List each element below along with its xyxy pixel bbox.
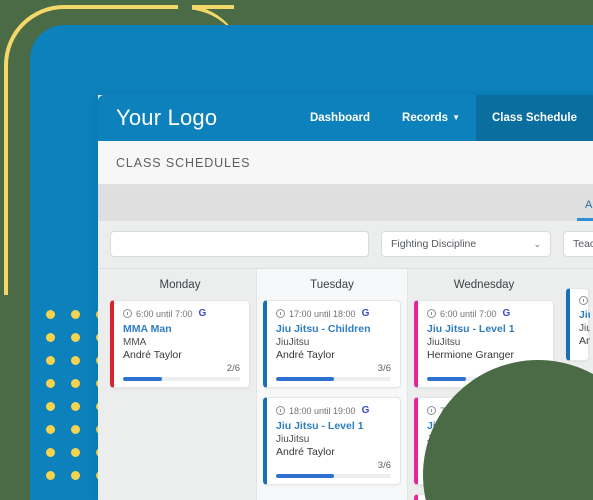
decorative-arc-gap [178, 5, 192, 10]
nav-items: Dashboard Records ▼ Class Schedule [294, 95, 593, 141]
discipline-select-label: Fighting Discipline [391, 238, 477, 250]
decorative-dot [46, 471, 55, 480]
navbar: Your Logo Dashboard Records ▼ Class Schedul… [98, 95, 593, 141]
card-teacher: André Taylor [276, 446, 335, 458]
group-badge: G [361, 308, 370, 319]
class-card[interactable]: 6:00 until 7:00 G MMA Man MMA André Taylor 2/… [110, 300, 250, 388]
decorative-dot [46, 402, 55, 411]
class-card[interactable]: 18:00 until 19:00 G Jiu Jitsu - Level 1 Jiu… [263, 397, 401, 485]
card-teacher: André Taylor [123, 349, 182, 361]
card-discipline: JiuJitsu [276, 337, 310, 348]
card-time-label: 17:00 until 18:00 [289, 308, 356, 319]
decorative-dot [46, 310, 55, 319]
class-card[interactable]: 17:00 until 18:00 G Jiu Jitsu - Children Ji… [263, 300, 401, 388]
decorative-dot [46, 448, 55, 457]
page-titlebar: CLASS SCHEDULES [98, 141, 593, 185]
card-time-row: 18:00 until 19:00 G [276, 405, 391, 416]
brand-logo[interactable]: Your Logo [98, 105, 235, 131]
card-time-label: 6:00 until 7:00 [136, 308, 193, 319]
clock-icon [276, 309, 285, 318]
clock-icon [427, 406, 436, 415]
decorative-dot [71, 448, 80, 457]
group-badge: G [198, 308, 207, 319]
decorative-dot [71, 379, 80, 388]
day-column-monday: Monday 6:00 until 7:00 G MMA Man MMA André Ta… [104, 269, 256, 500]
decorative-dot [71, 425, 80, 434]
group-badge: G [502, 308, 511, 319]
tab-strip: A [98, 185, 593, 221]
tab-all[interactable]: A [577, 199, 593, 221]
card-teacher: André Taylor [276, 349, 335, 361]
decorative-dot [71, 356, 80, 365]
clock-icon [427, 309, 436, 318]
day-column-tuesday: Tuesday 17:00 until 18:00 G Jiu Jitsu - Chi… [256, 269, 408, 500]
clock-icon [579, 296, 588, 305]
day-header: Monday [159, 279, 201, 291]
decorative-dot [46, 379, 55, 388]
capacity-progress-bar [276, 377, 391, 381]
card-time-row: 6:00 until 7:00 G [123, 308, 240, 319]
capacity-progress-fill [276, 377, 334, 381]
discipline-select[interactable]: Fighting Discipline ⌄ [381, 231, 551, 257]
page-title: CLASS SCHEDULES [116, 156, 251, 170]
card-discipline: MMA [123, 337, 147, 348]
card-title[interactable]: Jiu Jitsu - Children [276, 323, 391, 335]
decorative-dot [71, 333, 80, 342]
day-header [566, 269, 584, 288]
chevron-down-icon: ▼ [452, 113, 460, 122]
nav-item-label: Class Schedule [491, 112, 577, 124]
capacity-progress-fill [427, 377, 466, 381]
capacity-progress-bar [276, 474, 391, 478]
nav-item-records[interactable]: Records ▼ [386, 95, 476, 141]
class-card[interactable]: JiuJiuAn [566, 288, 590, 361]
decorative-dot [46, 425, 55, 434]
chevron-down-icon: ⌄ [533, 238, 541, 249]
card-capacity-count: 3/6 [377, 460, 391, 471]
card-title[interactable]: Jiu Jitsu - Level 1 [427, 323, 544, 335]
decorative-dot [71, 310, 80, 319]
decorative-dot [71, 402, 80, 411]
clock-icon [276, 406, 285, 415]
card-discipline: JiuJitsu [276, 434, 310, 445]
card-teacher: Hermione Granger [427, 349, 514, 361]
nav-item-class-schedule[interactable]: Class Schedule [475, 95, 593, 141]
capacity-progress-bar [123, 377, 240, 381]
filter-row: Fighting Discipline ⌄ Teacher [98, 221, 593, 269]
card-time-row: 17:00 until 18:00 G [276, 308, 391, 319]
card-capacity-count: 2/6 [226, 363, 240, 374]
card-capacity-count: 3/6 [377, 363, 391, 374]
day-header: Wednesday [453, 279, 515, 291]
nav-item-label: Dashboard [309, 112, 371, 124]
teacher-select[interactable]: Teacher [563, 231, 593, 257]
card-discipline: JiuJitsu [427, 337, 461, 348]
capacity-progress-fill [123, 377, 162, 381]
card-time-label: 18:00 until 19:00 [289, 405, 356, 416]
capacity-progress-fill [276, 474, 334, 478]
card-title[interactable]: Jiu Jitsu - Level 1 [276, 420, 391, 432]
decorative-dot [71, 471, 80, 480]
group-badge: G [361, 405, 370, 416]
nav-item-label: Records [402, 112, 449, 124]
card-title[interactable]: MMA Man [123, 323, 240, 335]
search-input[interactable] [110, 231, 369, 257]
clock-icon [123, 309, 132, 318]
decorative-dot [46, 333, 55, 342]
card-time-label: 6:00 until 7:00 [440, 308, 497, 319]
day-header: Tuesday [310, 279, 354, 291]
decorative-dot [46, 356, 55, 365]
nav-item-dashboard[interactable]: Dashboard [294, 95, 386, 141]
card-time-row: 6:00 until 7:00 G [427, 308, 544, 319]
